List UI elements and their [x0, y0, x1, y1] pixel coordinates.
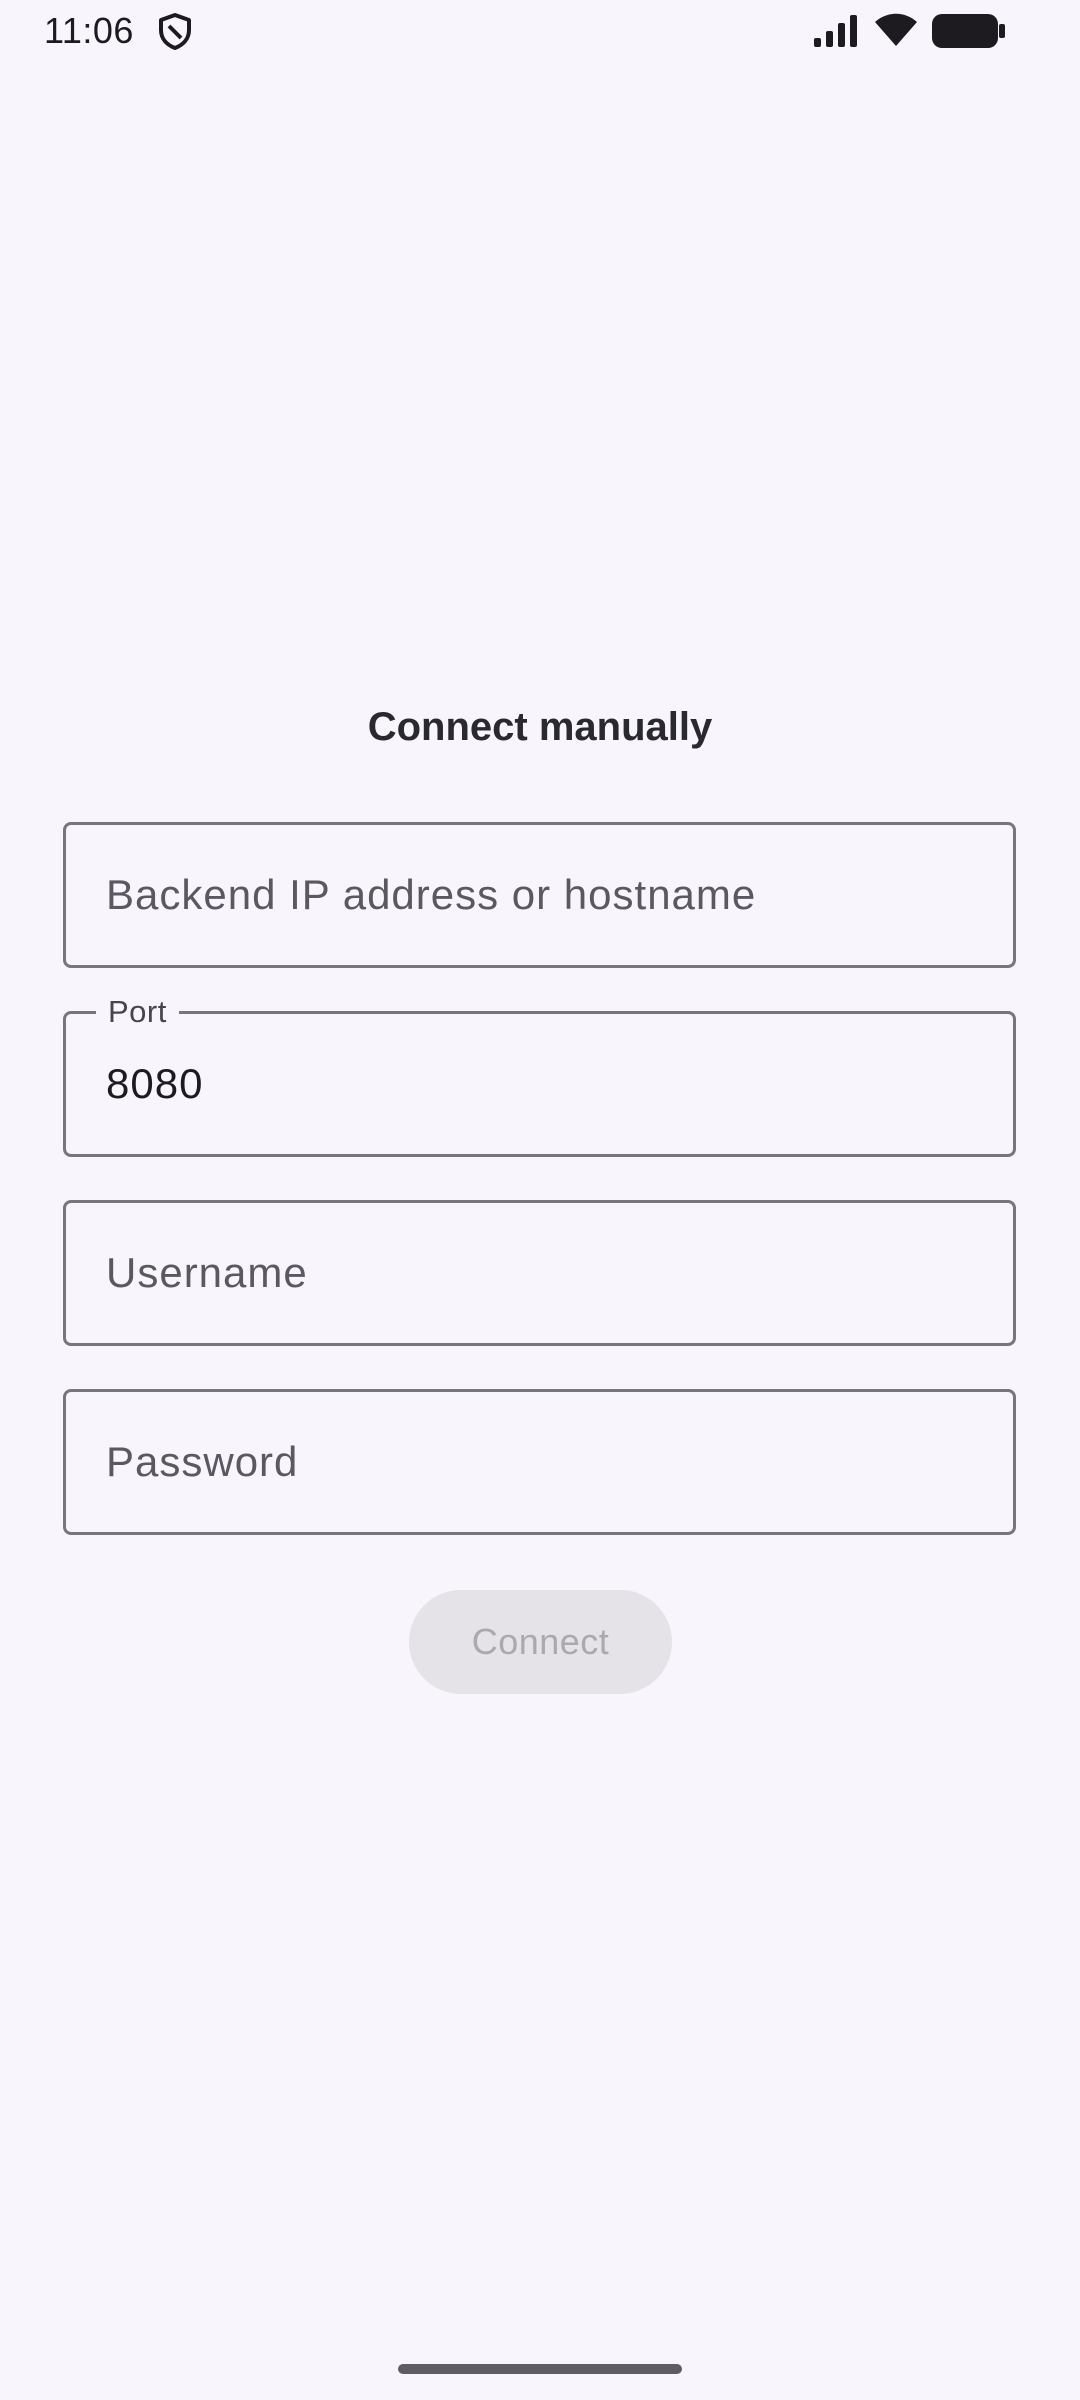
connect-manually-screen: 11:06 Connect manually Backend IP addres…: [0, 0, 1080, 2400]
status-bar: 11:06: [0, 0, 1080, 62]
hostname-field[interactable]: Backend IP address or hostname: [63, 822, 1016, 968]
password-field[interactable]: Password: [63, 1389, 1016, 1535]
username-field[interactable]: Username: [63, 1200, 1016, 1346]
port-value: 8080: [106, 1060, 204, 1107]
shield-icon: [159, 13, 191, 50]
wifi-icon: [875, 13, 917, 46]
username-placeholder: Username: [106, 1249, 308, 1296]
status-time: 11:06: [44, 10, 134, 51]
page-title: Connect manually: [367, 705, 713, 749]
hostname-placeholder: Backend IP address or hostname: [106, 871, 757, 918]
password-placeholder: Password: [106, 1438, 299, 1485]
connect-button[interactable]: Connect: [409, 1590, 672, 1694]
signal-icon: [814, 15, 857, 47]
port-field[interactable]: Port 8080: [63, 992, 1016, 1157]
battery-icon: [932, 14, 1005, 48]
gesture-nav-handle[interactable]: [398, 2364, 682, 2374]
